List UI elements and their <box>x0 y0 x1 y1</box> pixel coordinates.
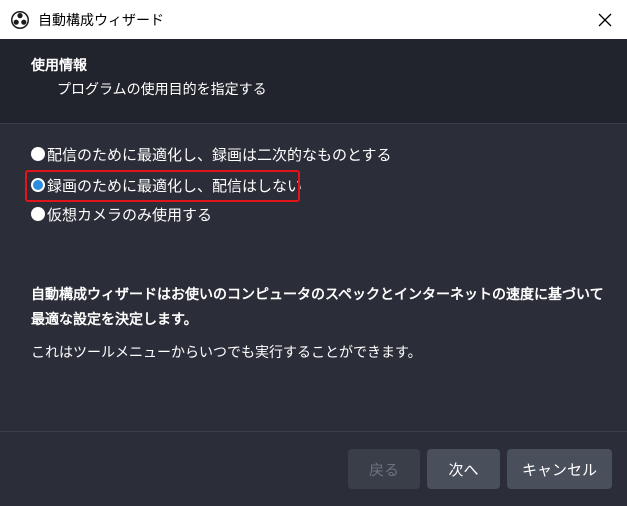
auto-config-wizard-window: 自動構成ウィザード 使用情報 プログラムの使用目的を指定する 配信のために最適化… <box>0 0 627 506</box>
option-label: 仮想カメラのみ使用する <box>47 205 213 224</box>
option-label: 配信のために最適化し、録画は二次的なものとする <box>47 145 392 164</box>
footer-divider <box>0 431 627 432</box>
option-label: 録画のために最適化し、配信はしない <box>47 176 303 195</box>
option-streaming-radio[interactable]: 配信のために最適化し、録画は二次的なものとする <box>31 144 392 164</box>
radio-button-unselected[interactable] <box>31 207 45 221</box>
back-button[interactable]: 戻る <box>348 449 420 489</box>
radio-button-unselected[interactable] <box>31 147 45 161</box>
page-title: 使用情報 <box>31 58 87 74</box>
radio-button-selected[interactable] <box>31 178 45 192</box>
option-virtual-camera-radio[interactable]: 仮想カメラのみ使用する <box>31 204 212 224</box>
cancel-button[interactable]: キャンセル <box>507 449 612 489</box>
wizard-description: 自動構成ウィザードはお使いのコンピュータのスペックとインターネットの速度に基づい… <box>31 287 604 328</box>
header-divider <box>0 123 627 124</box>
wizard-note: これはツールメニューからいつでも実行することができます。 <box>31 345 422 361</box>
close-button[interactable] <box>582 0 627 39</box>
next-button[interactable]: 次へ <box>427 449 500 489</box>
obs-logo-icon <box>11 11 29 29</box>
option-recording-radio[interactable]: 録画のために最適化し、配信はしない <box>31 175 302 195</box>
close-icon <box>598 13 611 26</box>
title-bar: 自動構成ウィザード <box>0 0 627 39</box>
page-subtitle: プログラムの使用目的を指定する <box>57 82 267 98</box>
window-title: 自動構成ウィザード <box>38 13 164 29</box>
